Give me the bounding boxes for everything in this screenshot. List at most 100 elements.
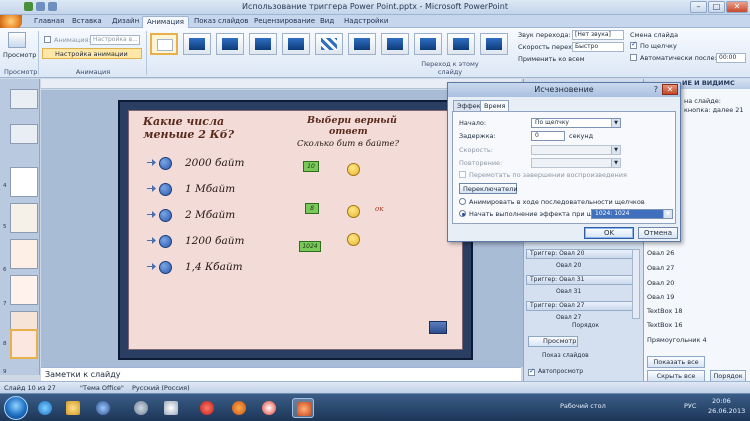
cancel-button[interactable]: Отмена xyxy=(638,227,678,239)
trigger-group-header[interactable]: Триггер: Овал 31 xyxy=(526,275,638,285)
powerpoint-taskbar-icon[interactable] xyxy=(292,398,314,418)
transition-none-thumb[interactable] xyxy=(150,33,178,55)
slide-thumbnail[interactable] xyxy=(10,203,38,233)
sound-combo[interactable]: [Нет звука] xyxy=(572,30,624,40)
notes-pane[interactable]: Заметки к слайду xyxy=(41,367,521,381)
sound-label: Звук перехода: xyxy=(518,31,571,39)
selection-item[interactable]: Овал 27 xyxy=(647,264,674,272)
option-oval[interactable] xyxy=(159,209,172,222)
answer-box[interactable]: 8 xyxy=(305,203,319,214)
slide-number: 7 xyxy=(3,301,7,307)
tab-review[interactable]: Рецензирование xyxy=(250,16,319,28)
help-icon[interactable]: ? xyxy=(654,85,658,94)
media-player-icon[interactable] xyxy=(92,398,114,418)
option-oval[interactable] xyxy=(159,235,172,248)
trigger-group-header[interactable]: Триггер: Овал 20 xyxy=(526,249,638,259)
maximize-button[interactable]: □ xyxy=(708,1,725,13)
selection-item[interactable]: Овал 19 xyxy=(647,293,674,301)
option-oval[interactable] xyxy=(159,183,172,196)
answer-box[interactable]: 1024 xyxy=(299,241,321,252)
transition-thumb[interactable] xyxy=(183,33,211,55)
option-oval[interactable] xyxy=(159,261,172,274)
option-text: 2 Мбайт xyxy=(185,209,236,221)
apply-all-button[interactable]: Применить ко всем xyxy=(518,55,585,63)
transition-thumb[interactable] xyxy=(447,33,475,55)
desktop-label[interactable]: Рабочий стол xyxy=(560,402,606,410)
selection-item[interactable]: Овал 26 xyxy=(647,249,674,257)
start-combo[interactable]: По щелчку ▼ xyxy=(531,118,621,128)
selection-item[interactable]: Овал 20 xyxy=(647,279,674,287)
animation-combo[interactable]: Настройка в... xyxy=(90,35,140,45)
tab-addins[interactable]: Надстройки xyxy=(340,16,392,28)
auto-after-input[interactable]: 00:00 xyxy=(716,53,746,63)
selection-item[interactable]: TextBox 16 xyxy=(647,321,683,329)
triggers-button[interactable]: Переключатели xyxy=(459,183,518,194)
dialog-close-button[interactable]: ✕ xyxy=(662,84,678,95)
delay-input[interactable]: 0 xyxy=(531,131,565,141)
transition-thumb[interactable] xyxy=(414,33,442,55)
animation-item[interactable]: Овал 20 xyxy=(528,262,636,271)
app-icon[interactable] xyxy=(160,398,182,418)
trigger-group-header[interactable]: Триггер: Овал 27 xyxy=(526,301,638,311)
selection-item[interactable]: Прямоугольник 4 xyxy=(647,336,707,344)
slide-thumbnail[interactable] xyxy=(10,275,38,305)
auto-after-checkbox[interactable] xyxy=(630,54,637,61)
animation-icon xyxy=(44,36,51,43)
tab-slideshow[interactable]: Показ слайдов xyxy=(190,16,252,28)
tab-view[interactable]: Вид xyxy=(316,16,338,28)
app-icon[interactable] xyxy=(130,398,152,418)
tab-animation[interactable]: Анимация xyxy=(142,16,190,28)
animation-item[interactable]: Овал 31 xyxy=(528,288,636,297)
slide-thumbnail[interactable] xyxy=(10,167,38,197)
preview-button[interactable]: Просмотр xyxy=(528,336,578,347)
tab-insert[interactable]: Вставка xyxy=(68,16,106,28)
slide-thumbnail[interactable] xyxy=(10,239,38,269)
next-slide-button[interactable] xyxy=(429,321,447,334)
dialog-body: Начало: По щелчку ▼ Задержка: 0 секунд С… xyxy=(452,111,676,224)
transition-more-thumb[interactable] xyxy=(480,33,508,55)
explorer-icon[interactable] xyxy=(62,398,84,418)
preview-icon[interactable] xyxy=(8,32,26,48)
ie-icon[interactable] xyxy=(34,398,56,418)
question2-title-line2: ответ xyxy=(329,126,368,137)
transition-thumb[interactable] xyxy=(381,33,409,55)
slide-thumbnail-selected[interactable] xyxy=(10,329,38,359)
office-button-icon[interactable] xyxy=(0,15,22,29)
transition-thumb[interactable] xyxy=(249,33,277,55)
answer-box[interactable]: 10 xyxy=(303,161,319,172)
opera-icon[interactable] xyxy=(196,398,218,418)
tab-design[interactable]: Дизайн xyxy=(108,16,143,28)
transition-thumb[interactable] xyxy=(348,33,376,55)
ok-button[interactable]: OK xyxy=(584,227,634,239)
slide-thumbnail[interactable] xyxy=(10,124,38,144)
yandex-icon[interactable] xyxy=(258,398,280,418)
transition-thumb[interactable] xyxy=(282,33,310,55)
transition-thumb[interactable] xyxy=(216,33,244,55)
tab-home[interactable]: Главная xyxy=(30,16,68,28)
slide-number: 6 xyxy=(3,267,7,273)
trigger-object-combo[interactable]: 1024: 1024 ▼ xyxy=(591,209,673,219)
transition-thumb[interactable] xyxy=(315,33,343,55)
theme-name: "Тема Office" xyxy=(80,384,124,392)
list-scrollbar[interactable] xyxy=(632,249,640,319)
chevron-down-icon: ▼ xyxy=(663,210,672,218)
start-button[interactable] xyxy=(4,396,28,420)
start-effect-radio[interactable] xyxy=(459,210,466,217)
option-oval[interactable] xyxy=(159,157,172,170)
close-button[interactable]: ✕ xyxy=(726,1,748,13)
slide-thumbnail[interactable] xyxy=(10,89,38,109)
minimize-button[interactable]: – xyxy=(690,1,707,13)
title-bar: Использование триггера Power Point.pptx … xyxy=(0,0,750,15)
speed-combo[interactable]: Быстро xyxy=(572,42,624,52)
selection-item[interactable]: TextBox 18 xyxy=(647,307,683,315)
on-click-label: По щелчку xyxy=(640,42,677,50)
animate-sequence-radio[interactable] xyxy=(459,198,466,205)
custom-animation-button[interactable]: Настройка анимации xyxy=(42,48,142,59)
preview-group-label: Просмотр xyxy=(4,68,38,76)
slideshow-button[interactable]: Показ слайдов xyxy=(528,352,636,361)
show-all-button[interactable]: Показать все xyxy=(647,356,705,368)
on-click-checkbox[interactable] xyxy=(630,40,637,49)
preview-button[interactable]: Просмотр xyxy=(3,51,36,59)
language-indicator[interactable]: РУС xyxy=(684,402,696,410)
firefox-icon[interactable] xyxy=(228,398,250,418)
